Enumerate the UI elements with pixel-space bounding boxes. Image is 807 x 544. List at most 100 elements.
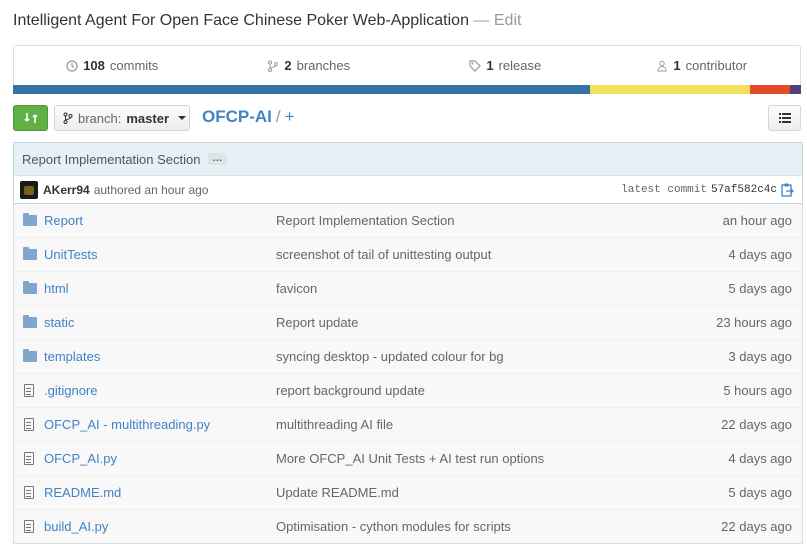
breadcrumb: OFCP-AI / + <box>202 107 295 127</box>
branch-name: master <box>126 110 170 126</box>
table-row: build_AI.py Optimisation - cython modules… <box>14 509 802 543</box>
file-navigation: branch: master OFCP-AI / + <box>13 104 801 132</box>
branches-label: branches <box>296 58 351 73</box>
file-age: 3 days ago <box>728 349 792 364</box>
breadcrumb-separator: / <box>275 107 281 126</box>
chevron-down-icon <box>178 116 187 120</box>
list-view-button[interactable] <box>768 105 801 131</box>
clipboard-icon[interactable] <box>781 183 794 197</box>
branch-select-button[interactable]: branch: master <box>54 105 190 131</box>
compare-icon <box>23 113 38 123</box>
expand-commit-button[interactable]: … <box>208 153 228 165</box>
repo-root-link[interactable]: OFCP-AI <box>202 107 272 126</box>
language-bar[interactable] <box>13 85 801 94</box>
table-row: Report Report Implementation Section an ho… <box>14 204 802 237</box>
table-row: UnitTests screenshot of tail of unittesti… <box>14 237 802 271</box>
organization-icon <box>657 60 667 71</box>
commit-author[interactable]: AKerr94 <box>43 183 90 197</box>
file-name-link[interactable]: UnitTests <box>44 247 276 262</box>
file-age: 4 days ago <box>728 247 792 262</box>
file-commit-message[interactable]: screenshot of tail of unittesting output <box>276 247 728 262</box>
language-segment[interactable] <box>789 85 801 94</box>
file-name-link[interactable]: build_AI.py <box>44 519 276 534</box>
compare-button[interactable] <box>13 105 48 131</box>
file-name-link[interactable]: README.md <box>44 485 276 500</box>
file-name-link[interactable]: Report <box>44 213 276 228</box>
file-age: 22 days ago <box>721 417 792 432</box>
file-icon <box>23 418 37 431</box>
branch-label: branch: <box>78 110 122 126</box>
table-row: README.md Update README.md 5 days ago <box>14 475 802 509</box>
file-commit-message[interactable]: report background update <box>276 383 723 398</box>
git-branch-icon <box>268 60 279 72</box>
commit-meta: AKerr94 authored an hour ago latest comm… <box>13 175 803 204</box>
latest-commit-info: latest commit 57af582c4c <box>621 183 794 197</box>
file-age: 5 days ago <box>728 485 792 500</box>
file-commit-message[interactable]: syncing desktop - updated colour for bg <box>276 349 728 364</box>
folder-icon <box>23 247 37 260</box>
file-name-link[interactable]: templates <box>44 349 276 364</box>
contributors-stat[interactable]: 1 contributor <box>604 46 801 85</box>
file-commit-message[interactable]: multithreading AI file <box>276 417 721 432</box>
latest-commit-message[interactable]: Report Implementation Section <box>22 152 200 167</box>
avatar[interactable] <box>20 180 38 199</box>
commits-label: commits <box>109 58 159 73</box>
file-icon <box>23 452 37 465</box>
file-commit-message[interactable]: Report update <box>276 315 716 330</box>
releases-label: release <box>498 58 542 73</box>
table-row: OFCP_AI - multithreading.py multithreadin… <box>14 407 802 441</box>
commits-count: 108 <box>83 58 105 73</box>
file-name-link[interactable]: OFCP_AI - multithreading.py <box>44 417 276 432</box>
file-icon <box>23 520 37 533</box>
file-commit-message[interactable]: Optimisation - cython modules for script… <box>276 519 721 534</box>
file-age: 22 days ago <box>721 519 792 534</box>
table-row: html favicon 5 days ago <box>14 271 802 305</box>
file-commit-message[interactable]: Update README.md <box>276 485 728 500</box>
file-age: 4 days ago <box>728 451 792 466</box>
folder-icon <box>23 213 37 226</box>
file-age: 5 days ago <box>728 281 792 296</box>
releases-count: 1 <box>486 58 494 73</box>
table-row: OFCP_AI.py More OFCP_AI Unit Tests + AI t… <box>14 441 802 475</box>
file-list: Report Report Implementation Section an ho… <box>13 204 803 544</box>
file-commit-message[interactable]: favicon <box>276 281 728 296</box>
git-branch-icon <box>63 112 73 124</box>
latest-commit-bar: Report Implementation Section … <box>13 142 803 175</box>
language-segment[interactable] <box>749 85 790 94</box>
add-file-link[interactable]: + <box>285 107 295 126</box>
folder-icon <box>23 315 37 328</box>
file-age: 5 hours ago <box>723 383 792 398</box>
contributors-label: contributor <box>685 58 748 73</box>
contributors-count: 1 <box>673 58 681 73</box>
table-row: .gitignore report background update 5 hour… <box>14 373 802 407</box>
file-icon <box>23 384 37 397</box>
table-row: templates syncing desktop - updated colou… <box>14 339 802 373</box>
folder-icon <box>23 349 37 362</box>
language-segment[interactable] <box>589 85 750 94</box>
branches-count: 2 <box>284 58 292 73</box>
table-row: static Report update 23 hours ago <box>14 305 802 339</box>
latest-commit-label: latest commit <box>621 183 707 196</box>
file-age: an hour ago <box>722 213 792 228</box>
commits-stat[interactable]: 108 commits <box>14 46 211 85</box>
commit-sha[interactable]: 57af582c4c <box>711 184 777 196</box>
repo-summary: 108 commits 2 branches 1 release 1 contr… <box>13 45 801 85</box>
language-segment[interactable] <box>13 85 590 94</box>
edit-link[interactable]: — Edit <box>473 12 521 29</box>
history-icon <box>66 59 78 72</box>
folder-icon <box>23 281 37 294</box>
repo-description-text: Intelligent Agent For Open Face Chinese … <box>13 12 469 29</box>
repo-description: Intelligent Agent For Open Face Chinese … <box>13 12 521 30</box>
file-commit-message[interactable]: More OFCP_AI Unit Tests + AI test run op… <box>276 451 728 466</box>
file-name-link[interactable]: static <box>44 315 276 330</box>
tag-icon <box>469 59 482 72</box>
branches-stat[interactable]: 2 branches <box>211 46 408 85</box>
file-name-link[interactable]: OFCP_AI.py <box>44 451 276 466</box>
file-name-link[interactable]: html <box>44 281 276 296</box>
file-icon <box>23 486 37 499</box>
file-age: 23 hours ago <box>716 315 792 330</box>
file-commit-message[interactable]: Report Implementation Section <box>276 213 723 228</box>
file-name-link[interactable]: .gitignore <box>44 383 276 398</box>
commit-time: authored an hour ago <box>93 182 209 197</box>
releases-stat[interactable]: 1 release <box>407 46 604 85</box>
